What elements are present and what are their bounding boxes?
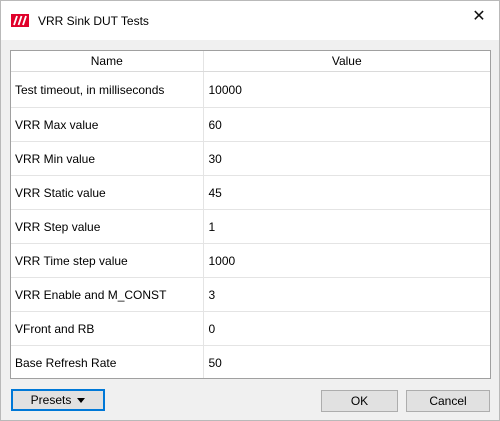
row-name-cell: VRR Static value [11,175,204,210]
table-row[interactable]: VRR Min value 30 [11,141,490,176]
settings-table: Name Value Test timeout, in milliseconds… [11,51,490,378]
row-name-cell: Base Refresh Rate [11,345,204,378]
title-bar[interactable]: VRR Sink DUT Tests ✕ [1,1,499,40]
row-value-cell[interactable]: 10000 [203,71,490,108]
presets-dropdown-button[interactable]: Presets [11,389,105,411]
row-value-cell[interactable]: 30 [203,141,490,176]
table-row[interactable]: Test timeout, in milliseconds 10000 [11,71,490,108]
table-row[interactable]: VRR Max value 60 [11,107,490,142]
table-row[interactable]: Base Refresh Rate 50 [11,345,490,378]
row-name-cell: Test timeout, in milliseconds [11,71,204,108]
row-name-cell: VRR Max value [11,107,204,142]
row-value-cell[interactable]: 1000 [203,243,490,278]
ok-button[interactable]: OK [321,390,398,412]
column-header-value[interactable]: Value [203,51,490,72]
column-header-name[interactable]: Name [11,51,204,72]
table-row[interactable]: VRR Enable and M_CONST 3 [11,277,490,312]
caret-down-icon [77,398,86,404]
presets-label: Presets [30,393,72,407]
dialog-window: VRR Sink DUT Tests ✕ Name Value Test tim… [0,0,500,421]
window-title: VRR Sink DUT Tests [38,14,149,28]
cancel-button[interactable]: Cancel [406,390,490,412]
row-value-cell[interactable]: 3 [203,277,490,312]
button-bar: Presets OK Cancel [1,382,499,420]
row-value-cell[interactable]: 50 [203,345,490,378]
close-button[interactable]: ✕ [459,1,499,33]
table-row[interactable]: VRR Static value 45 [11,175,490,210]
row-name-cell: VRR Min value [11,141,204,176]
row-name-cell: VFront and RB [11,311,204,346]
row-value-cell[interactable]: 45 [203,175,490,210]
table-header-row: Name Value [11,51,490,72]
property-grid: Name Value Test timeout, in milliseconds… [10,50,491,379]
row-name-cell: VRR Enable and M_CONST [11,277,204,312]
app-logo-icon [11,14,29,27]
dialog-body: Name Value Test timeout, in milliseconds… [1,40,499,420]
table-row[interactable]: VRR Step value 1 [11,209,490,244]
table-row[interactable]: VFront and RB 0 [11,311,490,346]
row-value-cell[interactable]: 0 [203,311,490,346]
row-value-cell[interactable]: 1 [203,209,490,244]
close-icon: ✕ [472,8,486,25]
row-name-cell: VRR Step value [11,209,204,244]
table-row[interactable]: VRR Time step value 1000 [11,243,490,278]
row-name-cell: VRR Time step value [11,243,204,278]
row-value-cell[interactable]: 60 [203,107,490,142]
